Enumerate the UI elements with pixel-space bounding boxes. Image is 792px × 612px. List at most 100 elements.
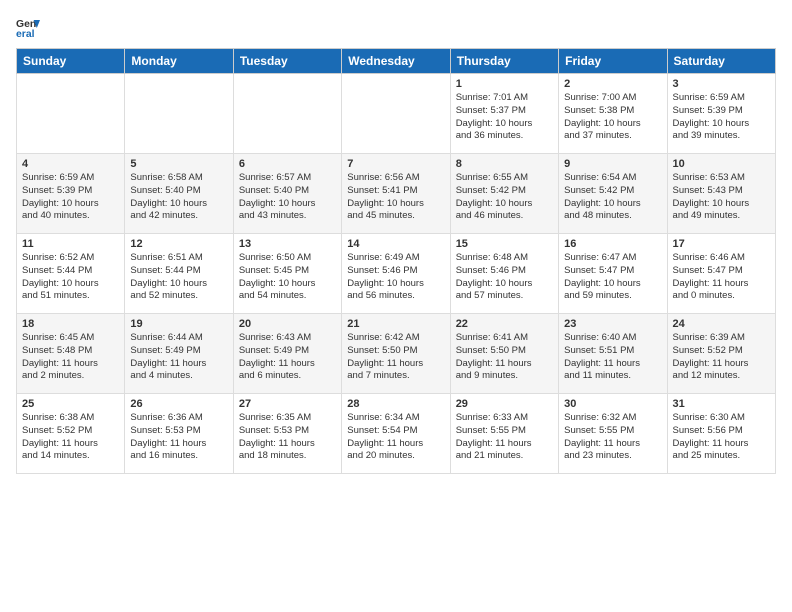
day-number: 8: [456, 158, 553, 170]
logo: Gen eral: [16, 16, 44, 40]
day-info: Sunrise: 6:30 AM Sunset: 5:56 PM Dayligh…: [673, 412, 770, 463]
day-number: 1: [456, 78, 553, 90]
day-info: Sunrise: 6:48 AM Sunset: 5:46 PM Dayligh…: [456, 252, 553, 303]
calendar-cell: 21 Sunrise: 6:42 AM Sunset: 5:50 PM Dayli…: [342, 314, 450, 394]
day-info: Sunrise: 6:41 AM Sunset: 5:50 PM Dayligh…: [456, 332, 553, 383]
calendar-cell: [233, 74, 341, 154]
calendar-cell: 26 Sunrise: 6:36 AM Sunset: 5:53 PM Dayli…: [125, 394, 233, 474]
day-info: Sunrise: 6:46 AM Sunset: 5:47 PM Dayligh…: [673, 252, 770, 303]
calendar-cell: 6Sunrise: 6:57 AM Sunset: 5:40 PM Daylig…: [233, 154, 341, 234]
day-info: Sunrise: 6:36 AM Sunset: 5:53 PM Dayligh…: [130, 412, 227, 463]
weekday-header-friday: Friday: [559, 49, 667, 74]
day-info: Sunrise: 6:39 AM Sunset: 5:52 PM Dayligh…: [673, 332, 770, 383]
day-number: 17: [673, 238, 770, 250]
weekday-header-wednesday: Wednesday: [342, 49, 450, 74]
calendar-cell: 25 Sunrise: 6:38 AM Sunset: 5:52 PM Dayli…: [17, 394, 125, 474]
calendar-cell: 28Sunrise: 6:34 AM Sunset: 5:54 PM Dayli…: [342, 394, 450, 474]
calendar-cell: 31 Sunrise: 6:30 AM Sunset: 5:56 PM Dayli…: [667, 394, 775, 474]
day-info: Sunrise: 6:53 AM Sunset: 5:43 PM Dayligh…: [673, 172, 770, 223]
day-number: 25: [22, 398, 119, 410]
weekday-header-saturday: Saturday: [667, 49, 775, 74]
calendar-cell: 2 Sunrise: 7:00 AM Sunset: 5:38 PM Daylig…: [559, 74, 667, 154]
day-info: Sunrise: 6:33 AM Sunset: 5:55 PM Dayligh…: [456, 412, 553, 463]
day-number: 30: [564, 398, 661, 410]
day-info: Sunrise: 7:01 AM Sunset: 5:37 PM Dayligh…: [456, 92, 553, 143]
calendar-cell: 20 Sunrise: 6:43 AM Sunset: 5:49 PM Dayli…: [233, 314, 341, 394]
weekday-header-thursday: Thursday: [450, 49, 558, 74]
calendar-cell: 15 Sunrise: 6:48 AM Sunset: 5:46 PM Dayli…: [450, 234, 558, 314]
day-number: 16: [564, 238, 661, 250]
calendar-week-row: 4Sunrise: 6:59 AM Sunset: 5:39 PM Daylig…: [17, 154, 776, 234]
calendar-cell: 27 Sunrise: 6:35 AM Sunset: 5:53 PM Dayli…: [233, 394, 341, 474]
day-number: 12: [130, 238, 227, 250]
calendar-cell: 18Sunrise: 6:45 AM Sunset: 5:48 PM Dayli…: [17, 314, 125, 394]
day-info: Sunrise: 6:56 AM Sunset: 5:41 PM Dayligh…: [347, 172, 444, 223]
day-number: 26: [130, 398, 227, 410]
calendar-cell: 30 Sunrise: 6:32 AM Sunset: 5:55 PM Dayli…: [559, 394, 667, 474]
day-info: Sunrise: 6:40 AM Sunset: 5:51 PM Dayligh…: [564, 332, 661, 383]
day-number: 31: [673, 398, 770, 410]
day-number: 2: [564, 78, 661, 90]
calendar-cell: [125, 74, 233, 154]
calendar-cell: 24 Sunrise: 6:39 AM Sunset: 5:52 PM Dayli…: [667, 314, 775, 394]
day-number: 10: [673, 158, 770, 170]
calendar-week-row: 11 Sunrise: 6:52 AM Sunset: 5:44 PM Dayli…: [17, 234, 776, 314]
day-info: Sunrise: 6:58 AM Sunset: 5:40 PM Dayligh…: [130, 172, 227, 223]
calendar-week-row: 18Sunrise: 6:45 AM Sunset: 5:48 PM Dayli…: [17, 314, 776, 394]
day-number: 14: [347, 238, 444, 250]
svg-text:eral: eral: [16, 29, 35, 40]
day-number: 6: [239, 158, 336, 170]
day-info: Sunrise: 6:45 AM Sunset: 5:48 PM Dayligh…: [22, 332, 119, 383]
calendar-cell: 3 Sunrise: 6:59 AM Sunset: 5:39 PM Daylig…: [667, 74, 775, 154]
calendar-cell: 22 Sunrise: 6:41 AM Sunset: 5:50 PM Dayli…: [450, 314, 558, 394]
calendar-cell: 16 Sunrise: 6:47 AM Sunset: 5:47 PM Dayli…: [559, 234, 667, 314]
day-info: Sunrise: 6:38 AM Sunset: 5:52 PM Dayligh…: [22, 412, 119, 463]
weekday-header-sunday: Sunday: [17, 49, 125, 74]
day-number: 19: [130, 318, 227, 330]
day-info: Sunrise: 6:54 AM Sunset: 5:42 PM Dayligh…: [564, 172, 661, 223]
day-number: 15: [456, 238, 553, 250]
day-number: 24: [673, 318, 770, 330]
day-info: Sunrise: 6:42 AM Sunset: 5:50 PM Dayligh…: [347, 332, 444, 383]
day-number: 20: [239, 318, 336, 330]
calendar-cell: 23Sunrise: 6:40 AM Sunset: 5:51 PM Dayli…: [559, 314, 667, 394]
calendar-cell: 12 Sunrise: 6:51 AM Sunset: 5:44 PM Dayli…: [125, 234, 233, 314]
header: Gen eral: [16, 16, 776, 40]
day-info: Sunrise: 6:47 AM Sunset: 5:47 PM Dayligh…: [564, 252, 661, 303]
calendar-cell: 29 Sunrise: 6:33 AM Sunset: 5:55 PM Dayli…: [450, 394, 558, 474]
day-info: Sunrise: 7:00 AM Sunset: 5:38 PM Dayligh…: [564, 92, 661, 143]
calendar-table: SundayMondayTuesdayWednesdayThursdayFrid…: [16, 48, 776, 474]
calendar-week-row: 25 Sunrise: 6:38 AM Sunset: 5:52 PM Dayli…: [17, 394, 776, 474]
day-number: 5: [130, 158, 227, 170]
day-info: Sunrise: 6:59 AM Sunset: 5:39 PM Dayligh…: [673, 92, 770, 143]
day-number: 28: [347, 398, 444, 410]
weekday-header-tuesday: Tuesday: [233, 49, 341, 74]
calendar-cell: 19 Sunrise: 6:44 AM Sunset: 5:49 PM Dayli…: [125, 314, 233, 394]
calendar-cell: [342, 74, 450, 154]
calendar-cell: 4Sunrise: 6:59 AM Sunset: 5:39 PM Daylig…: [17, 154, 125, 234]
day-info: Sunrise: 6:51 AM Sunset: 5:44 PM Dayligh…: [130, 252, 227, 303]
day-info: Sunrise: 6:50 AM Sunset: 5:45 PM Dayligh…: [239, 252, 336, 303]
day-info: Sunrise: 6:59 AM Sunset: 5:39 PM Dayligh…: [22, 172, 119, 223]
calendar-cell: 1 Sunrise: 7:01 AM Sunset: 5:37 PM Daylig…: [450, 74, 558, 154]
day-info: Sunrise: 6:32 AM Sunset: 5:55 PM Dayligh…: [564, 412, 661, 463]
day-info: Sunrise: 6:35 AM Sunset: 5:53 PM Dayligh…: [239, 412, 336, 463]
day-number: 21: [347, 318, 444, 330]
day-number: 13: [239, 238, 336, 250]
weekday-header-monday: Monday: [125, 49, 233, 74]
calendar-cell: [17, 74, 125, 154]
day-number: 7: [347, 158, 444, 170]
calendar-week-row: 1 Sunrise: 7:01 AM Sunset: 5:37 PM Daylig…: [17, 74, 776, 154]
day-info: Sunrise: 6:43 AM Sunset: 5:49 PM Dayligh…: [239, 332, 336, 383]
calendar-cell: 14Sunrise: 6:49 AM Sunset: 5:46 PM Dayli…: [342, 234, 450, 314]
calendar-cell: 11 Sunrise: 6:52 AM Sunset: 5:44 PM Dayli…: [17, 234, 125, 314]
day-info: Sunrise: 6:52 AM Sunset: 5:44 PM Dayligh…: [22, 252, 119, 303]
day-number: 29: [456, 398, 553, 410]
day-number: 3: [673, 78, 770, 90]
day-number: 27: [239, 398, 336, 410]
day-info: Sunrise: 6:44 AM Sunset: 5:49 PM Dayligh…: [130, 332, 227, 383]
calendar-cell: 7 Sunrise: 6:56 AM Sunset: 5:41 PM Daylig…: [342, 154, 450, 234]
calendar-cell: 9Sunrise: 6:54 AM Sunset: 5:42 PM Daylig…: [559, 154, 667, 234]
day-number: 22: [456, 318, 553, 330]
day-number: 11: [22, 238, 119, 250]
